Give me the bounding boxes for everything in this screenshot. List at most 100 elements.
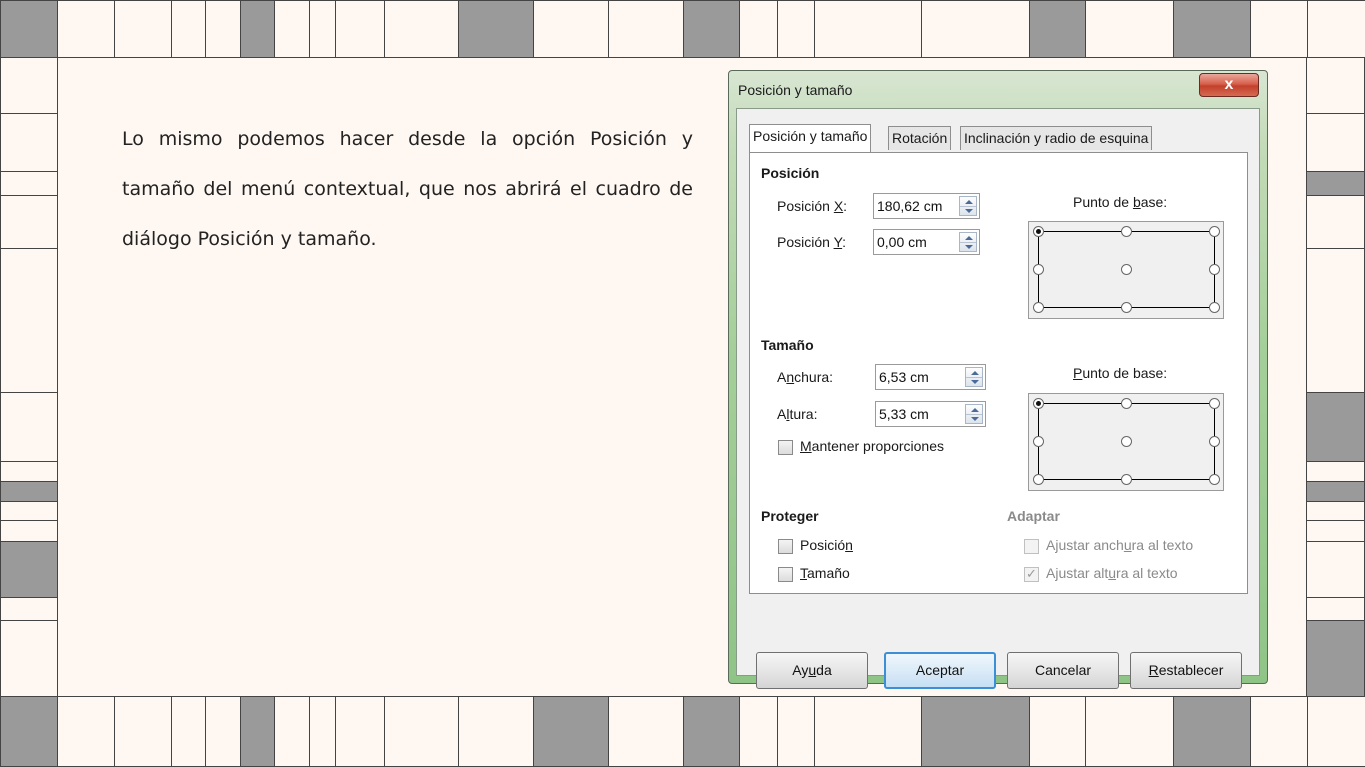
- border-cell-left: [0, 597, 58, 621]
- fit-height-label: Ajustar altura al texto: [1046, 565, 1178, 581]
- border-cell-right: [1306, 481, 1365, 502]
- height-spin-arrows[interactable]: [965, 404, 983, 424]
- border-cell-left: [0, 481, 58, 502]
- border-cell-left: [0, 501, 58, 521]
- position-base-center-radio[interactable]: [1121, 264, 1132, 275]
- size-base-center-radio[interactable]: [1121, 436, 1132, 447]
- border-cell-right: [1306, 501, 1365, 521]
- tab-slant-corner-radius[interactable]: Inclinación y radio de esquina: [960, 126, 1153, 150]
- size-base-bottom-center-radio[interactable]: [1121, 474, 1132, 485]
- border-cell-bottom: [1307, 696, 1365, 767]
- border-cell-bottom: [777, 696, 815, 767]
- border-cell-left: [0, 57, 58, 114]
- border-cell-top: [335, 0, 385, 58]
- width-field[interactable]: 6,53 cm: [875, 364, 986, 390]
- border-cell-top: [1029, 0, 1086, 58]
- size-base-bottom-right-radio[interactable]: [1209, 474, 1220, 485]
- border-cell-bottom: [921, 696, 1030, 767]
- position-base-middle-left-radio[interactable]: [1033, 264, 1044, 275]
- border-cell-top: [608, 0, 684, 58]
- tab-panel: Posición Posición X: 180,62 cm Posición …: [749, 152, 1248, 594]
- border-cell-right: [1306, 195, 1365, 249]
- position-base-top-right-radio[interactable]: [1209, 226, 1220, 237]
- border-cell-bottom: [1250, 696, 1308, 767]
- position-base-point-label: Punto de base:: [1073, 194, 1168, 210]
- height-label: Altura:: [777, 406, 818, 422]
- border-cell-bottom: [458, 696, 534, 767]
- position-x-spin-arrows[interactable]: [959, 196, 977, 216]
- border-cell-left: [0, 520, 58, 542]
- ok-button[interactable]: Aceptar: [884, 652, 996, 689]
- reset-button[interactable]: Restablecer: [1130, 652, 1242, 689]
- close-button[interactable]: x: [1199, 73, 1259, 97]
- border-cell-bottom: [608, 696, 684, 767]
- border-cell-top: [1250, 0, 1308, 58]
- border-cell-top: [205, 0, 241, 58]
- size-base-middle-left-radio[interactable]: [1033, 436, 1044, 447]
- position-base-bottom-center-radio[interactable]: [1121, 302, 1132, 313]
- size-base-point-label: Punto de base:: [1073, 365, 1168, 381]
- protect-size-label: Tamaño: [800, 565, 850, 581]
- border-cell-top: [240, 0, 275, 58]
- position-y-field[interactable]: 0,00 cm: [873, 229, 980, 255]
- dialog-titlebar[interactable]: Posición y tamaño x: [729, 71, 1267, 107]
- tab-position-size[interactable]: Posición y tamaño: [749, 124, 872, 152]
- keep-ratio-checkbox[interactable]: [778, 440, 793, 455]
- border-cell-right: [1306, 620, 1365, 697]
- position-y-spin-arrows[interactable]: [959, 232, 977, 252]
- check-mark-icon: ✓: [1026, 566, 1037, 581]
- border-cell-top: [683, 0, 740, 58]
- border-cell-left: [0, 171, 58, 196]
- position-size-dialog: Posición y tamaño x Posición y tamaño Ro…: [728, 70, 1268, 689]
- position-base-top-left-radio[interactable]: [1033, 226, 1044, 237]
- section-position-heading: Posición: [761, 165, 820, 181]
- protect-position-label: Posición: [800, 537, 853, 553]
- keep-ratio-label: Mantener proporciones: [800, 438, 944, 454]
- border-cell-bottom: [0, 696, 58, 767]
- border-cell-bottom: [171, 696, 206, 767]
- tab-rotation[interactable]: Rotación: [888, 126, 952, 150]
- fit-width-checkbox: [1024, 539, 1039, 554]
- border-cell-left: [0, 392, 58, 462]
- border-cell-bottom: [274, 696, 310, 767]
- border-cell-right: [1306, 461, 1365, 482]
- position-base-bottom-right-radio[interactable]: [1209, 302, 1220, 313]
- border-cell-bottom: [240, 696, 275, 767]
- border-cell-top: [533, 0, 609, 58]
- protect-size-checkbox[interactable]: [778, 567, 793, 582]
- size-base-bottom-left-radio[interactable]: [1033, 474, 1044, 485]
- height-field[interactable]: 5,33 cm: [875, 401, 986, 427]
- size-base-top-right-radio[interactable]: [1209, 398, 1220, 409]
- border-cell-left: [0, 461, 58, 482]
- position-base-point-selector: [1028, 221, 1224, 319]
- position-x-field[interactable]: 180,62 cm: [873, 193, 980, 219]
- protect-position-checkbox[interactable]: [778, 539, 793, 554]
- border-cell-top: [921, 0, 1030, 58]
- help-button[interactable]: Ayuda: [756, 652, 868, 689]
- border-cell-right: [1306, 597, 1365, 621]
- cancel-button[interactable]: Cancelar: [1007, 652, 1119, 689]
- position-base-bottom-left-radio[interactable]: [1033, 302, 1044, 313]
- position-base-middle-right-radio[interactable]: [1209, 264, 1220, 275]
- border-cell-bottom: [683, 696, 740, 767]
- position-base-top-center-radio[interactable]: [1121, 226, 1132, 237]
- border-cell-top: [57, 0, 115, 58]
- border-cell-right: [1306, 171, 1365, 196]
- border-cell-left: [0, 113, 58, 172]
- border-cell-top: [114, 0, 172, 58]
- border-cell-top: [777, 0, 815, 58]
- fit-height-checkbox: ✓: [1024, 566, 1039, 582]
- size-base-middle-right-radio[interactable]: [1209, 436, 1220, 447]
- size-base-point-selector: [1028, 393, 1224, 491]
- position-x-label: Posición X:: [777, 198, 848, 214]
- size-base-top-center-radio[interactable]: [1121, 398, 1132, 409]
- border-cell-bottom: [114, 696, 172, 767]
- border-cell-top: [274, 0, 310, 58]
- border-cell-bottom: [814, 696, 922, 767]
- section-size-heading: Tamaño: [761, 337, 814, 353]
- border-cell-right: [1306, 541, 1365, 598]
- size-base-top-left-radio[interactable]: [1033, 398, 1044, 409]
- border-cell-left: [0, 541, 58, 598]
- width-spin-arrows[interactable]: [965, 367, 983, 387]
- border-cell-bottom: [57, 696, 115, 767]
